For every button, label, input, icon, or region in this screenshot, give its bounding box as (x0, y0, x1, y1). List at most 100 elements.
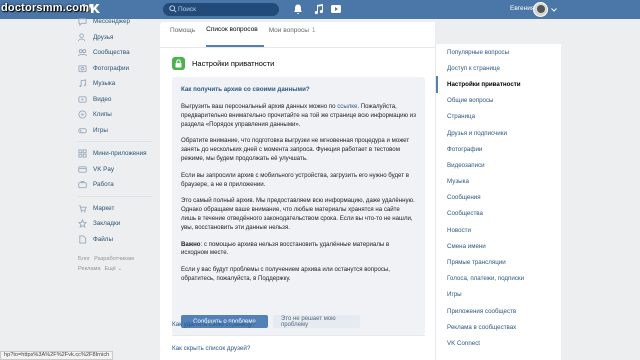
menu-item-messages[interactable]: Сообщения (436, 190, 561, 206)
lock-icon (172, 56, 185, 70)
chat-icon (78, 18, 87, 27)
menu-item-live[interactable]: Прямые трансляции (436, 254, 561, 270)
menu-item-community-ads[interactable]: Реклама в сообществах (436, 319, 561, 335)
sidebar-item-label: Друзья (93, 33, 114, 41)
menu-item-name-change[interactable]: Смена имени (436, 238, 561, 254)
section-header: Настройки приватности (172, 55, 274, 71)
menu-item-vk-connect[interactable]: VK Connect (436, 335, 561, 351)
help-tabs: Помощь Список вопросов Мои вопросы 1 (160, 22, 435, 48)
browser-status-url: hp?to=https%3A%2F%2Fvk.cc%2F8Irnich (0, 351, 114, 360)
sidebar-item-vkpay[interactable]: VK Pay (78, 162, 160, 178)
music-note-icon (79, 79, 87, 88)
menu-item-communities[interactable]: Сообщества (436, 206, 561, 222)
sidebar-item-label: Игры (93, 126, 108, 134)
groups-icon (78, 49, 87, 57)
sidebar-item-clips[interactable]: Клипы (78, 107, 160, 123)
files-icon (79, 235, 87, 244)
footer-link-more[interactable]: Ещё ⌄ (104, 266, 122, 272)
sidebar-item-label: Музыка (93, 80, 116, 88)
answer-paragraph: Если у вас будут проблемы с получением а… (181, 266, 390, 282)
sidebar-item-video[interactable]: Видео (78, 92, 160, 108)
footer-link-developers[interactable]: Разработчикам (94, 256, 134, 262)
faq-item[interactable]: Как удалить свою страницу? (172, 321, 256, 328)
menu-item-payments[interactable]: Голоса, платежи, подписки (436, 271, 561, 287)
music-icon[interactable] (313, 3, 325, 15)
menu-item-photos[interactable]: Фотографии (436, 141, 561, 157)
menu-item-page-access[interactable]: Доступ к странице (436, 60, 561, 76)
photo-icon (78, 65, 87, 72)
tab-help[interactable]: Помощь (170, 21, 201, 47)
friends-icon (78, 33, 86, 41)
chevron-down-icon[interactable] (551, 7, 557, 13)
sidebar-item-bookmarks[interactable]: Закладки (78, 216, 160, 232)
market-icon (78, 205, 87, 213)
answer-text: : с помощью архива нельзя восстановить у… (181, 240, 390, 257)
tab-label: Помощь (170, 27, 196, 34)
apps-icon (78, 149, 87, 158)
clips-icon (78, 110, 87, 119)
sidebar-divider (78, 141, 152, 142)
answer-paragraph: Если вы запросили архив с мобильного уст… (181, 171, 409, 188)
sidebar-item-friends[interactable]: Друзья (78, 30, 160, 46)
answer-paragraph: Это самый полный архив. Мы предоставляем… (181, 197, 415, 231)
sidebar-item-messenger[interactable]: Мессенджер (78, 14, 160, 30)
search-box[interactable] (163, 3, 279, 16)
sidebar-item-label: Видео (93, 95, 112, 103)
sidebar-item-label: Закладки (93, 220, 121, 228)
work-icon (78, 181, 87, 189)
faq-divider (172, 335, 425, 336)
right-category-menu: Популярные вопросы Доступ к странице Нас… (435, 44, 561, 360)
bookmark-icon (78, 219, 87, 229)
sidebar-item-games[interactable]: Игры (78, 123, 160, 139)
sidebar-item-label: Файлы (93, 235, 114, 243)
sidebar-item-label: Мини-приложения (93, 150, 147, 158)
question-title[interactable]: Как получить архив со своими данными? (181, 86, 416, 93)
avatar[interactable] (533, 2, 548, 17)
watermark: doctorsmm.com (1, 2, 90, 14)
lock-glyph (175, 58, 182, 67)
faq-answer-card: Как получить архив со своими данными? Вы… (172, 77, 425, 335)
games-icon (78, 128, 87, 133)
menu-item-videos[interactable]: Видеозаписи (436, 157, 561, 173)
menu-item-music[interactable]: Музыка (436, 174, 561, 190)
sidebar-item-label: Мессенджер (93, 18, 130, 26)
sidebar-item-music[interactable]: Музыка (78, 76, 160, 92)
archive-link[interactable]: ссылке (337, 103, 357, 110)
menu-item-news[interactable]: Новости (436, 222, 561, 238)
menu-item-community-apps[interactable]: Приложения сообществ (436, 303, 561, 319)
user-name[interactable]: Евгения (510, 5, 534, 12)
answer-text: Выгрузить ваш персональный архив данных … (181, 103, 338, 110)
sidebar-item-work[interactable]: Работа (78, 177, 160, 193)
menu-item-page[interactable]: Страница (436, 109, 561, 125)
menu-item-privacy[interactable]: Настройки приватности (436, 76, 561, 93)
tab-label: Мои вопросы (268, 27, 309, 34)
tab-questions-list[interactable]: Список вопросов (206, 21, 264, 47)
sidebar-item-files[interactable]: Файлы (78, 232, 160, 248)
not-solved-button[interactable]: Это не решает мою проблему (273, 315, 360, 328)
vkpay-icon (78, 166, 87, 173)
video-icon (78, 96, 87, 103)
sidebar-item-label: VK Pay (93, 165, 114, 173)
sidebar-item-market[interactable]: Маркет (78, 201, 160, 217)
faq-item[interactable]: Как скрыть список друзей? (172, 345, 250, 352)
tab-my-questions[interactable]: Мои вопросы 1 (269, 21, 322, 47)
menu-item-games[interactable]: Игры (436, 287, 561, 303)
sidebar-item-mini-apps[interactable]: Мини-приложения (78, 146, 160, 162)
footer-link-ads[interactable]: Реклама (78, 266, 100, 272)
tab-label: Список вопросов (206, 26, 258, 33)
menu-item-general[interactable]: Общие вопросы (436, 93, 561, 109)
search-input[interactable] (178, 3, 273, 16)
section-title: Настройки приватности (192, 58, 275, 68)
sidebar-item-groups[interactable]: Сообщества (78, 45, 160, 61)
menu-item-friends[interactable]: Друзья и подписчики (436, 125, 561, 141)
bell-icon[interactable] (292, 3, 304, 15)
play-icon[interactable] (330, 3, 342, 15)
answer-paragraph: Важно: с помощью архива нельзя восстанов… (181, 241, 416, 259)
menu-item-popular[interactable]: Популярные вопросы (436, 44, 561, 60)
footer-link-blog[interactable]: Блог (78, 256, 90, 262)
sidebar-item-label: Фотографии (93, 64, 129, 72)
main-content: Помощь Список вопросов Мои вопросы 1 Наст… (160, 22, 435, 360)
sidebar-item-photos[interactable]: Фотографии (78, 61, 160, 77)
answer-paragraph: Обратите внимание, что подготовка выгруз… (181, 137, 410, 162)
sidebar-item-label: Сообщества (93, 49, 130, 57)
